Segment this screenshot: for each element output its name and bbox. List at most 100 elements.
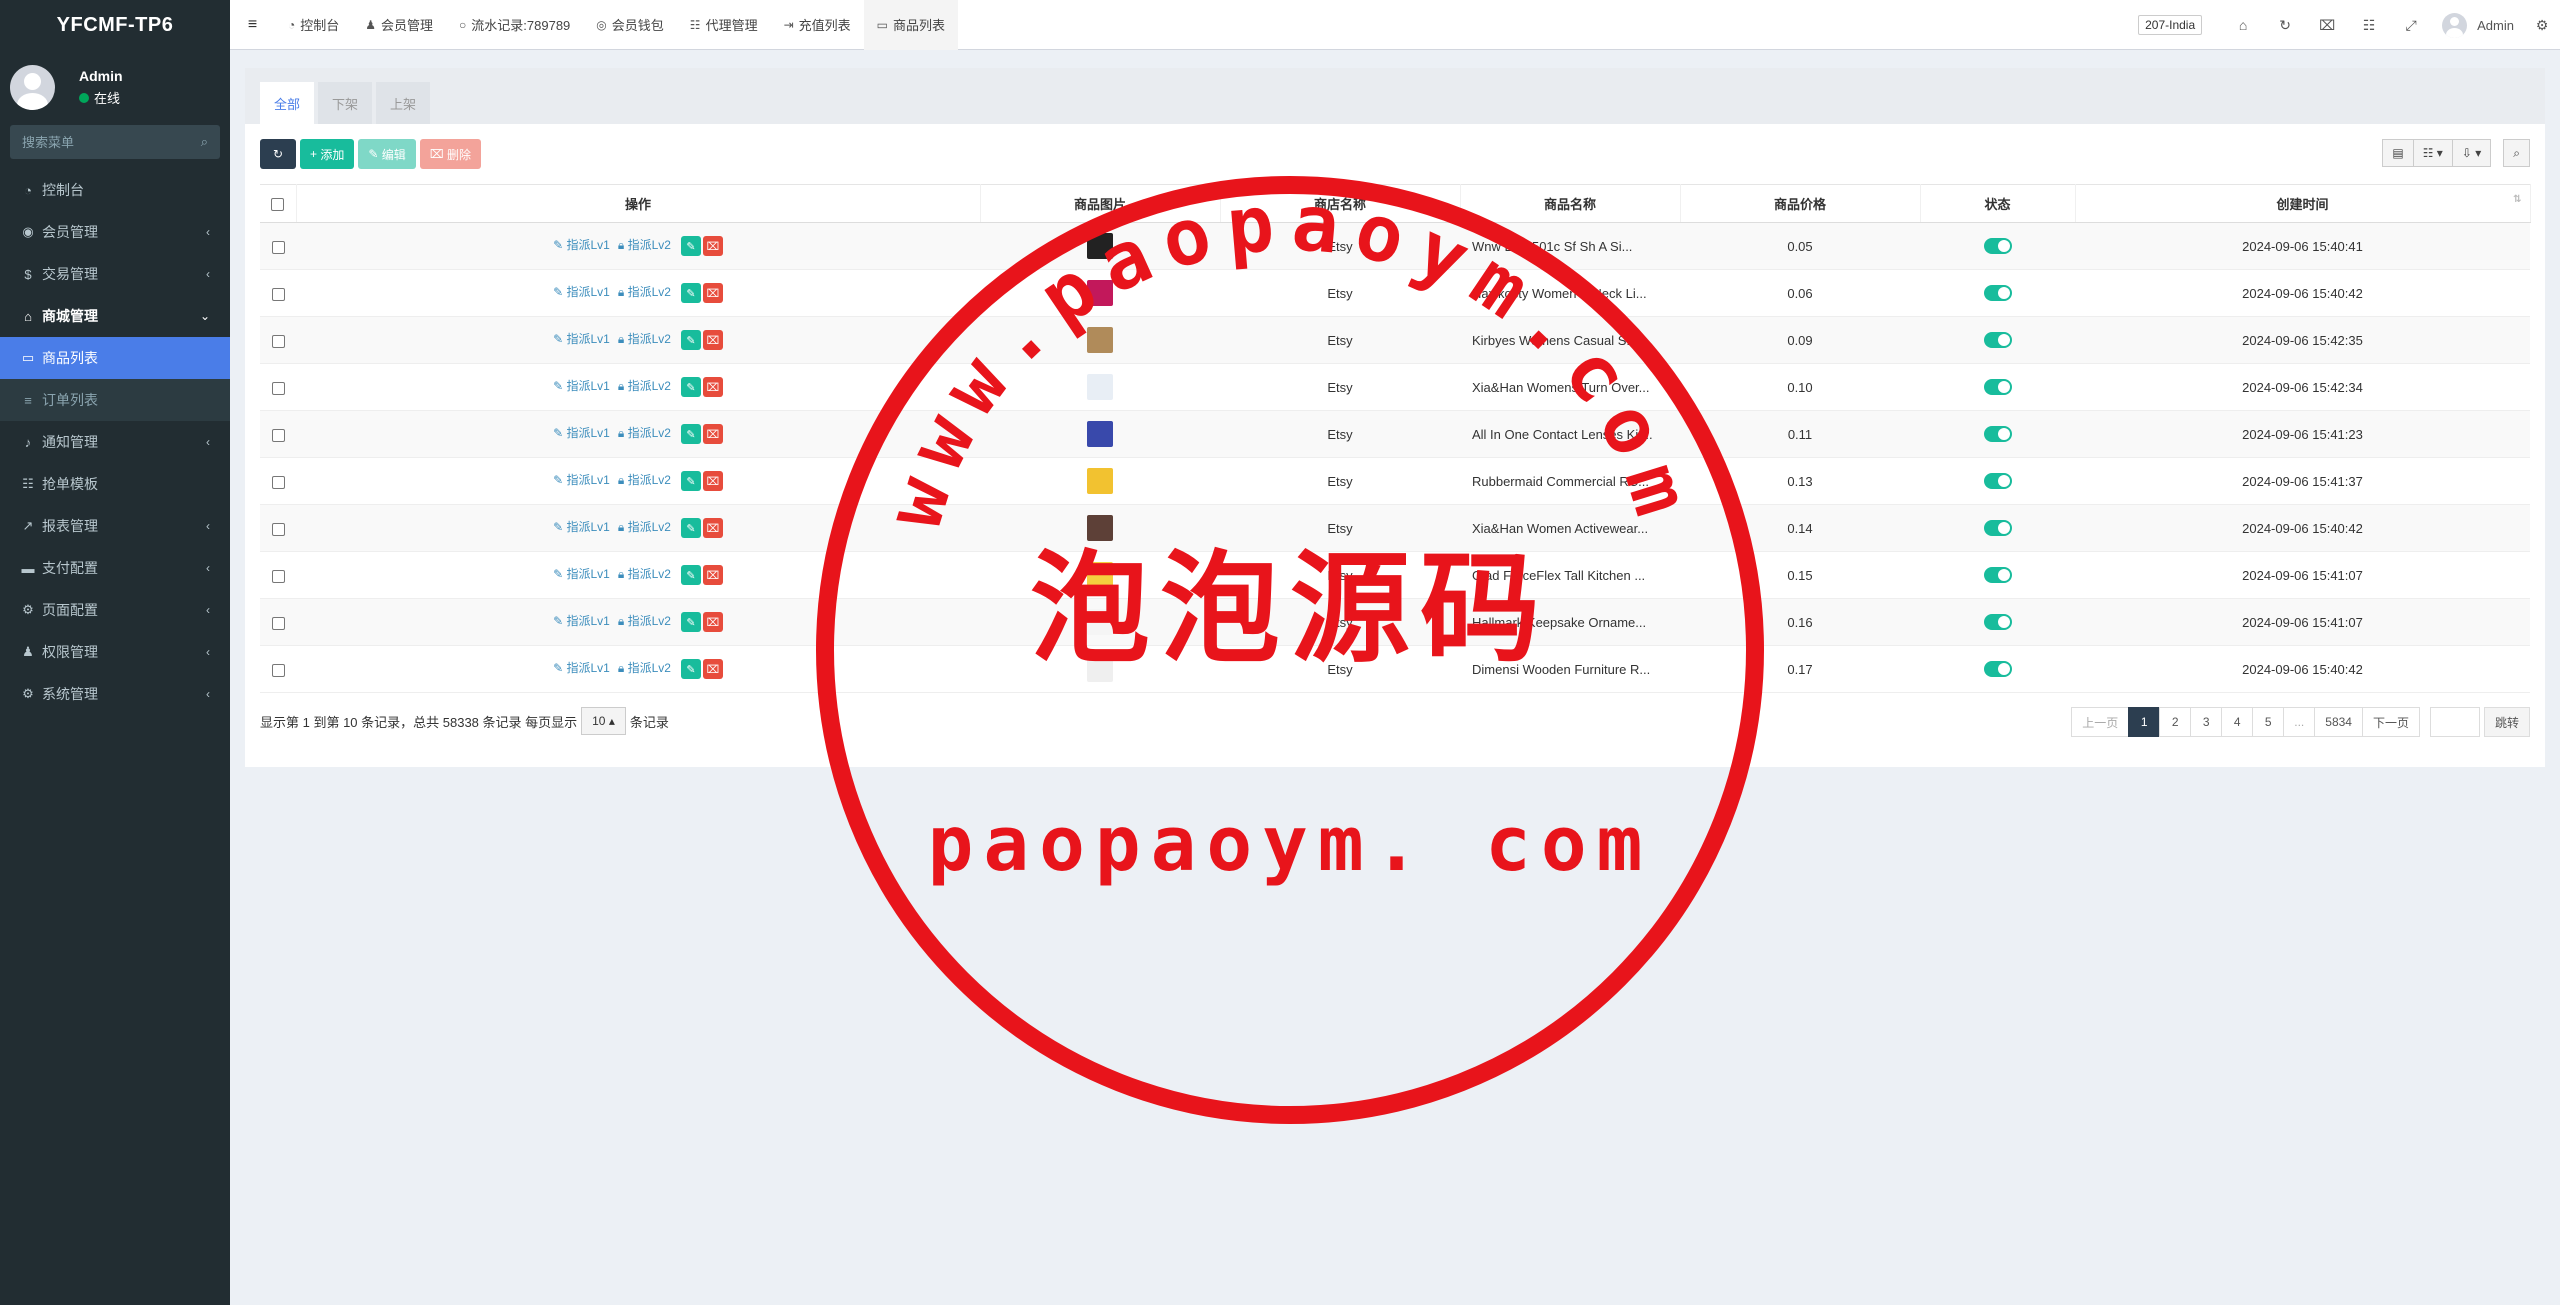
- row-delete-button[interactable]: ⌧: [702, 424, 723, 444]
- edit-button[interactable]: ✎ 编辑: [358, 139, 416, 169]
- row-delete-button[interactable]: ⌧: [702, 612, 723, 632]
- assign-lv2-link[interactable]: 🔒︎ 指派Lv2: [618, 285, 671, 299]
- tab-on-shelf[interactable]: 上架: [376, 82, 431, 124]
- sidebar-item-pages[interactable]: ⚙ 页面配置 ‹: [0, 589, 230, 631]
- row-delete-button[interactable]: ⌧: [702, 518, 723, 538]
- assign-lv2-link[interactable]: 🔒︎ 指派Lv2: [618, 520, 671, 534]
- sidebar-item-trades[interactable]: $ 交易管理 ‹: [0, 253, 230, 295]
- status-toggle[interactable]: [1983, 614, 2012, 631]
- assign-lv1-link[interactable]: ✎ 指派Lv1: [553, 614, 610, 628]
- assign-lv1-link[interactable]: ✎ 指派Lv1: [553, 332, 610, 346]
- translate-icon[interactable]: ☷: [2348, 0, 2390, 50]
- page-3-button[interactable]: 3: [2190, 707, 2223, 737]
- assign-lv1-link[interactable]: ✎ 指派Lv1: [553, 520, 610, 534]
- cogs-icon[interactable]: ⚙: [2524, 0, 2560, 50]
- page-1-button[interactable]: 1: [2128, 707, 2161, 737]
- sidebar-item-notices[interactable]: ♪ 通知管理 ‹: [0, 421, 230, 463]
- nav-tab-recharge[interactable]: ⇥ 充值列表: [771, 0, 864, 50]
- row-checkbox[interactable]: [271, 569, 285, 583]
- row-edit-button[interactable]: ✎: [680, 424, 701, 444]
- nav-tab-members[interactable]: ♟ 会员管理: [352, 0, 446, 50]
- product-thumbnail[interactable]: [1087, 280, 1113, 306]
- row-edit-button[interactable]: ✎: [680, 659, 701, 679]
- product-thumbnail[interactable]: [1087, 233, 1113, 259]
- assign-lv2-link[interactable]: 🔒︎ 指派Lv2: [618, 661, 671, 675]
- assign-lv2-link[interactable]: 🔒︎ 指派Lv2: [618, 332, 671, 346]
- delete-button[interactable]: ⌧ 删除: [419, 139, 481, 169]
- status-toggle[interactable]: [1983, 567, 2012, 584]
- assign-lv1-link[interactable]: ✎ 指派Lv1: [553, 567, 610, 581]
- fullscreen-icon[interactable]: ⤢: [2390, 0, 2432, 50]
- status-toggle[interactable]: [1983, 379, 2012, 396]
- refresh-button[interactable]: ↻: [260, 139, 296, 169]
- row-checkbox[interactable]: [271, 240, 285, 254]
- row-checkbox[interactable]: [271, 663, 285, 677]
- assign-lv1-link[interactable]: ✎ 指派Lv1: [553, 379, 610, 393]
- add-button[interactable]: + 添加: [300, 139, 355, 169]
- app-logo[interactable]: YFCMF-TP6: [0, 0, 230, 50]
- row-checkbox[interactable]: [271, 287, 285, 301]
- prev-page-button[interactable]: 上一页: [2071, 707, 2130, 737]
- row-checkbox[interactable]: [271, 475, 285, 489]
- page-2-button[interactable]: 2: [2159, 707, 2192, 737]
- assign-lv2-link[interactable]: 🔒︎ 指派Lv2: [618, 473, 671, 487]
- product-thumbnail[interactable]: [1087, 562, 1113, 588]
- row-checkbox[interactable]: [271, 522, 285, 536]
- status-toggle[interactable]: [1983, 426, 2012, 443]
- assign-lv1-link[interactable]: ✎ 指派Lv1: [553, 661, 610, 675]
- page-last-button[interactable]: 5834: [2314, 707, 2363, 737]
- status-toggle[interactable]: [1983, 332, 2012, 349]
- product-thumbnail[interactable]: [1087, 656, 1113, 682]
- row-delete-button[interactable]: ⌧: [702, 377, 723, 397]
- sidebar-item-mall[interactable]: ⌂ 商城管理 ⌄: [0, 295, 230, 337]
- page-4-button[interactable]: 4: [2221, 707, 2254, 737]
- select-all-checkbox[interactable]: [271, 198, 285, 212]
- tab-all[interactable]: 全部: [260, 82, 315, 124]
- search-button[interactable]: ⌕: [2503, 139, 2530, 167]
- row-delete-button[interactable]: ⌧: [702, 330, 723, 350]
- row-edit-button[interactable]: ✎: [680, 377, 701, 397]
- columns-button[interactable]: ☷ ▾: [2413, 139, 2453, 167]
- product-thumbnail[interactable]: [1087, 609, 1113, 635]
- export-button[interactable]: ⇩ ▾: [2452, 139, 2492, 167]
- status-toggle[interactable]: [1983, 520, 2012, 537]
- row-delete-button[interactable]: ⌧: [702, 283, 723, 303]
- home-icon[interactable]: ⌂: [2222, 0, 2264, 50]
- product-thumbnail[interactable]: [1087, 468, 1113, 494]
- trash-icon[interactable]: ⌧: [2306, 0, 2348, 50]
- goto-page-button[interactable]: 跳转: [2483, 707, 2530, 737]
- assign-lv2-link[interactable]: 🔒︎ 指派Lv2: [618, 238, 671, 252]
- sidebar-item-templates[interactable]: ☷ 抢单模板: [0, 463, 230, 505]
- sidebar-item-reports[interactable]: ↗ 报表管理 ‹: [0, 505, 230, 547]
- sidebar-item-orders[interactable]: ≡ 订单列表: [0, 379, 230, 421]
- menu-toggle-icon[interactable]: ≡: [230, 0, 275, 50]
- sidebar-item-payment[interactable]: ▬ 支付配置 ‹: [0, 547, 230, 589]
- nav-tab-products[interactable]: ▭ 商品列表: [863, 0, 959, 50]
- nav-tab-flow-records[interactable]: ○ 流水记录:789789: [446, 0, 583, 50]
- nav-tab-wallet[interactable]: ◎ 会员钱包: [583, 0, 677, 50]
- assign-lv2-link[interactable]: 🔒︎ 指派Lv2: [618, 614, 671, 628]
- product-thumbnail[interactable]: [1087, 327, 1113, 353]
- row-edit-button[interactable]: ✎: [680, 565, 701, 585]
- row-checkbox[interactable]: [271, 381, 285, 395]
- row-edit-button[interactable]: ✎: [680, 518, 701, 538]
- sidebar-item-products[interactable]: ▭ 商品列表: [0, 337, 230, 379]
- page-5-button[interactable]: 5: [2252, 707, 2285, 737]
- nav-tab-dashboard[interactable]: ◔ 控制台: [275, 0, 352, 50]
- assign-lv1-link[interactable]: ✎ 指派Lv1: [553, 426, 610, 440]
- navbar-user[interactable]: Admin: [2432, 12, 2524, 38]
- tab-off-shelf[interactable]: 下架: [318, 82, 373, 124]
- toggle-view-button[interactable]: ▤: [2382, 139, 2414, 167]
- page-size-select[interactable]: 10 ▴: [581, 707, 626, 735]
- assign-lv1-link[interactable]: ✎ 指派Lv1: [553, 285, 610, 299]
- row-delete-button[interactable]: ⌧: [702, 471, 723, 491]
- status-toggle[interactable]: [1983, 661, 2012, 678]
- assign-lv2-link[interactable]: 🔒︎ 指派Lv2: [618, 426, 671, 440]
- assign-lv2-link[interactable]: 🔒︎ 指派Lv2: [618, 567, 671, 581]
- sidebar-item-permissions[interactable]: ♟ 权限管理 ‹: [0, 631, 230, 673]
- sidebar-item-system[interactable]: ⚙ 系统管理 ‹: [0, 673, 230, 715]
- row-checkbox[interactable]: [271, 334, 285, 348]
- product-thumbnail[interactable]: [1087, 374, 1113, 400]
- search-icon[interactable]: ⌕: [201, 134, 208, 150]
- row-checkbox[interactable]: [271, 428, 285, 442]
